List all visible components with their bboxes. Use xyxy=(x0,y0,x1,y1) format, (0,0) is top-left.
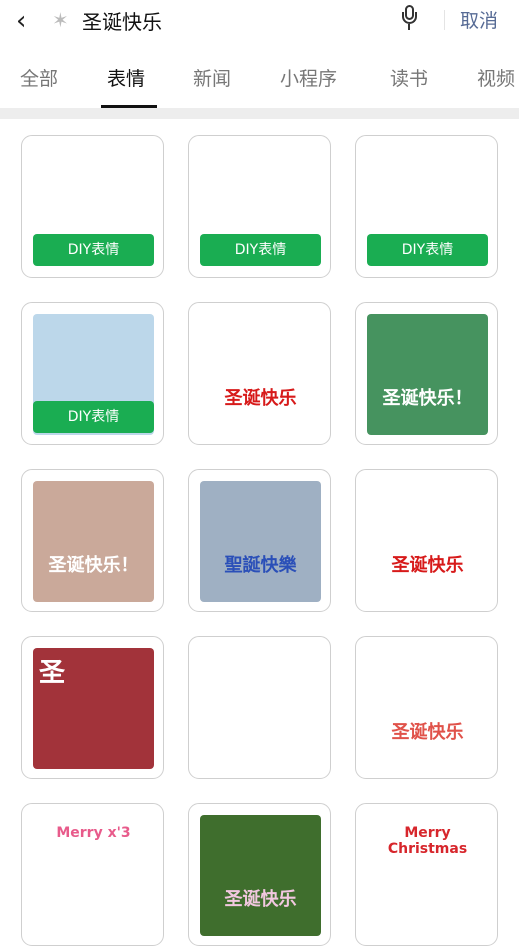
back-icon[interactable]: ‹ xyxy=(16,6,26,36)
sticker-image: 圣诞快乐 xyxy=(200,815,321,936)
microphone-icon[interactable] xyxy=(402,5,417,31)
tab-mini-programs[interactable]: 小程序 xyxy=(280,64,337,91)
sticker-lettering: 圣诞快乐 xyxy=(391,555,464,576)
sticker-lettering: Merry Christmas xyxy=(387,825,468,857)
sticker-card[interactable]: Merry Christmas xyxy=(355,803,498,946)
sticker-card[interactable]: DIY表情 xyxy=(355,135,498,278)
tab-stickers[interactable]: 表情 xyxy=(107,64,145,91)
sticker-card[interactable] xyxy=(188,636,331,779)
sticker-card[interactable]: Merry x'3 xyxy=(21,803,164,946)
tab-reading[interactable]: 读书 xyxy=(390,64,428,91)
sticker-lettering: 圣诞快乐 xyxy=(224,889,297,910)
tab-news[interactable]: 新闻 xyxy=(193,64,231,91)
diy-sticker-button[interactable]: DIY表情 xyxy=(200,234,321,266)
sticker-card[interactable]: 聖誕快樂 xyxy=(188,469,331,612)
sticker-card[interactable]: DIY表情 xyxy=(21,302,164,445)
search-bar: ‹ ✶ 圣诞快乐 取消 xyxy=(0,0,519,46)
diy-sticker-button[interactable]: DIY表情 xyxy=(33,401,154,433)
sticker-lettering: 圣 xyxy=(39,658,66,688)
section-divider xyxy=(0,108,519,119)
sticker-card[interactable]: 圣诞快乐 xyxy=(188,302,331,445)
divider xyxy=(444,10,445,30)
sticker-card[interactable]: 圣诞快乐 xyxy=(355,469,498,612)
sticker-image: 聖誕快樂 xyxy=(200,481,321,602)
sparkle-icon: ✶ xyxy=(52,8,69,32)
sticker-image xyxy=(200,648,321,769)
sticker-card[interactable]: 圣诞快乐！ xyxy=(355,302,498,445)
tab-video[interactable]: 视频 xyxy=(477,64,515,91)
sticker-lettering: 圣诞快乐 xyxy=(391,722,464,743)
diy-sticker-button[interactable]: DIY表情 xyxy=(367,234,488,266)
sticker-lettering: Merry x'3 xyxy=(56,825,131,841)
sticker-lettering: 圣诞快乐！ xyxy=(382,388,473,409)
sticker-lettering: 圣诞快乐！ xyxy=(48,555,139,576)
sticker-image: 圣诞快乐！ xyxy=(33,481,154,602)
sticker-card[interactable]: 圣 xyxy=(21,636,164,779)
cancel-button[interactable]: 取消 xyxy=(460,6,498,33)
sticker-image: 圣诞快乐 xyxy=(367,481,488,602)
sticker-card[interactable]: 圣诞快乐 xyxy=(188,803,331,946)
sticker-card[interactable]: DIY表情 xyxy=(21,135,164,278)
sticker-image: 圣诞快乐！ xyxy=(367,314,488,435)
tab-all[interactable]: 全部 xyxy=(20,64,58,91)
sticker-image: 圣诞快乐 xyxy=(367,648,488,769)
category-tabs: 全部 表情 新闻 小程序 读书 视频 xyxy=(0,50,519,108)
sticker-card[interactable]: 圣诞快乐 xyxy=(355,636,498,779)
sticker-image: 圣 xyxy=(33,648,154,769)
sticker-lettering: 聖誕快樂 xyxy=(224,555,297,576)
search-input[interactable]: 圣诞快乐 xyxy=(82,6,162,35)
sticker-card[interactable]: DIY表情 xyxy=(188,135,331,278)
sticker-lettering: 圣诞快乐 xyxy=(224,388,297,409)
sticker-card[interactable]: 圣诞快乐！ xyxy=(21,469,164,612)
sticker-image: 圣诞快乐 xyxy=(200,314,321,435)
sticker-image: Merry x'3 xyxy=(33,815,154,936)
sticker-image: Merry Christmas xyxy=(367,815,488,936)
diy-sticker-button[interactable]: DIY表情 xyxy=(33,234,154,266)
